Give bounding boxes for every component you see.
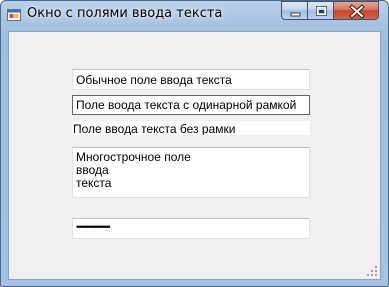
resize-grip-icon[interactable] <box>367 266 377 276</box>
single-border-text-input[interactable]: Поле воода текста с одинарной рамкой <box>72 95 310 115</box>
title-bar[interactable]: Окно с полями ввода текста <box>1 1 388 27</box>
maximize-button[interactable] <box>307 1 334 20</box>
window-title: Окно с полями ввода текста <box>27 6 223 21</box>
borderless-text-input[interactable]: Поле ввода текста без рамки <box>72 121 310 135</box>
main-window: Окно с полями ввода текста Обычное поле … <box>0 0 389 287</box>
multiline-text-input[interactable]: Многострочное поле ввода текста <box>72 147 310 198</box>
minimize-icon <box>290 12 301 17</box>
client-area: Обычное поле ввода текста Поле воода тек… <box>8 31 381 280</box>
close-icon <box>349 4 365 19</box>
minimize-button[interactable] <box>281 1 308 20</box>
password-input[interactable]: •••••••••••••••••••• <box>72 218 310 239</box>
app-icon[interactable] <box>7 8 21 21</box>
standard-text-input[interactable]: Обычное поле ввода текста <box>72 69 310 90</box>
maximize-icon <box>316 6 327 16</box>
close-button[interactable] <box>333 1 379 20</box>
